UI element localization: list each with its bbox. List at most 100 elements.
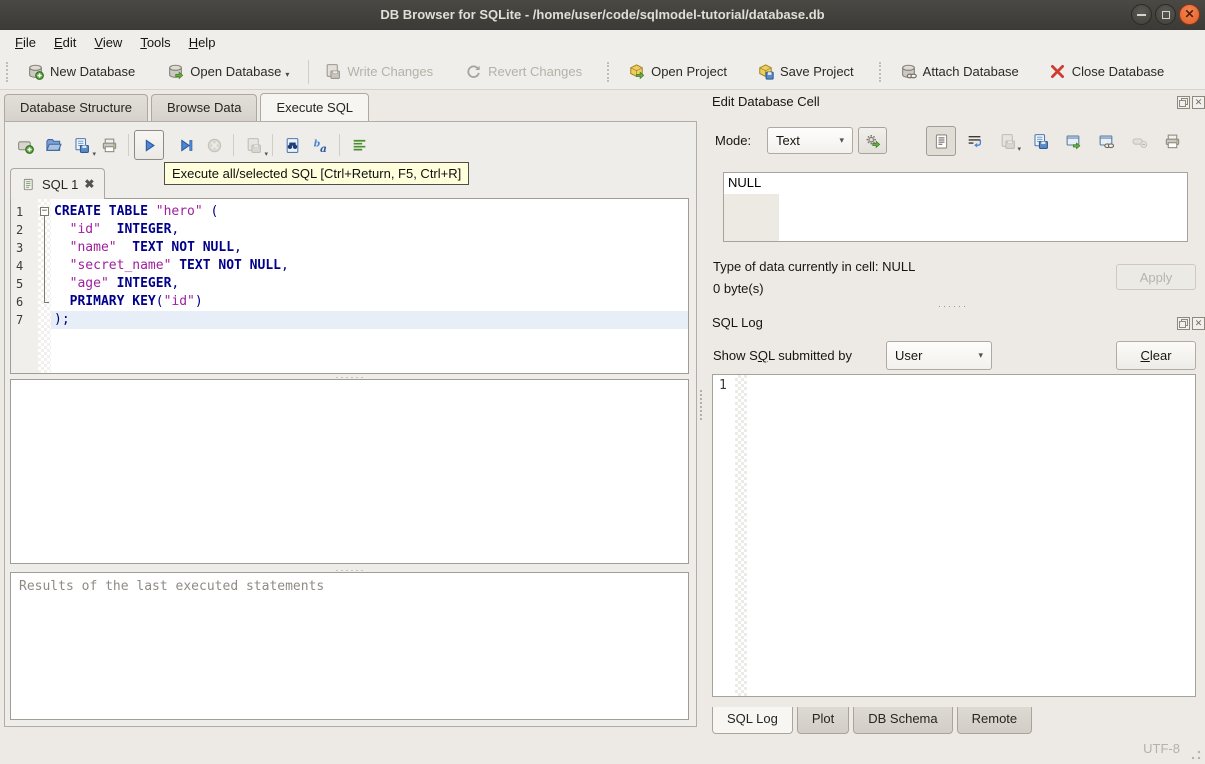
menu-view[interactable]: View: [85, 32, 131, 53]
sql-tab-close-icon[interactable]: ✖: [84, 177, 94, 191]
fold-marker-icon[interactable]: −: [38, 203, 51, 221]
open-project-button[interactable]: Open Project: [619, 58, 736, 85]
open-external-icon: [1065, 133, 1082, 150]
attach-database-button[interactable]: Attach Database: [891, 58, 1028, 85]
link-window-icon: [1098, 133, 1115, 150]
editor-line-3[interactable]: 3 "name" TEXT NOT NULL,: [11, 239, 688, 257]
mode-select[interactable]: Text ▾: [767, 127, 853, 154]
save-sql-file-button[interactable]: ▾: [67, 131, 96, 159]
execute-line-button[interactable]: [172, 131, 200, 159]
edit-cell-dock-controls: [1177, 96, 1205, 109]
tab-execute-sql[interactable]: Execute SQL: [260, 93, 370, 121]
titlebar[interactable]: DB Browser for SQLite - /home/user/code/…: [0, 0, 1205, 31]
close-button[interactable]: ✕: [1179, 4, 1200, 25]
mode-select-value: Text: [776, 133, 800, 148]
save-project-icon: [757, 63, 774, 80]
new-database-icon: [27, 63, 44, 80]
editor-line-2[interactable]: 2 "id" INTEGER,: [11, 221, 688, 239]
set-null-button[interactable]: [1128, 130, 1150, 152]
sql-code-editor[interactable]: 1− CREATE TABLE "hero" (2 "id" INTEGER, 3 …: [10, 198, 689, 374]
cell-editor-margin: [724, 194, 779, 241]
format-sql-button[interactable]: [345, 131, 373, 159]
import-file-button[interactable]: ▾: [996, 130, 1021, 153]
text-document-icon: [933, 133, 950, 150]
open-sql-file-button[interactable]: [39, 131, 67, 159]
close-database-button[interactable]: Close Database: [1040, 58, 1174, 85]
revert-changes-icon: [465, 63, 482, 80]
write-changes-button[interactable]: Write Changes: [315, 58, 442, 85]
toolbar-drag-handle-3[interactable]: [878, 61, 885, 82]
splitter-editcell-sqllog[interactable]: ······: [710, 302, 1196, 311]
sql-log-editor[interactable]: 1: [712, 374, 1196, 697]
save-sql-file-icon: [73, 137, 90, 154]
line-number: 5: [16, 277, 24, 291]
open-external-button[interactable]: [1062, 130, 1084, 152]
open-tab-button[interactable]: [11, 131, 39, 159]
splitter-main-vertical[interactable]: [700, 390, 706, 420]
edit-cell-float-icon[interactable]: [1177, 96, 1190, 109]
maximize-button[interactable]: [1155, 4, 1176, 25]
execute-all-icon: [141, 137, 158, 154]
results-grid-panel[interactable]: [10, 379, 689, 564]
auto-format-button[interactable]: [858, 127, 887, 154]
sql-log-title: SQL Log: [712, 315, 763, 330]
editor-line-1[interactable]: 1− CREATE TABLE "hero" (: [11, 203, 688, 221]
clear-log-button[interactable]: Clear: [1116, 341, 1196, 370]
resize-grip[interactable]: [1191, 750, 1201, 760]
execute-tooltip: Execute all/selected SQL [Ctrl+Return, F…: [164, 162, 470, 185]
open-url-button[interactable]: [1095, 130, 1117, 152]
dock-tab-plot[interactable]: Plot: [796, 707, 850, 734]
cell-value-editor[interactable]: NULL: [723, 172, 1188, 242]
word-wrap-button[interactable]: [963, 130, 985, 152]
editor-line-5[interactable]: 5 "age" INTEGER,: [11, 275, 688, 293]
toolbar-drag-handle[interactable]: [6, 61, 12, 82]
open-database-button[interactable]: Open Database ▾: [158, 58, 298, 85]
tab-database-structure[interactable]: Database Structure: [4, 94, 149, 121]
sql-log-float-icon[interactable]: [1177, 317, 1190, 330]
editor-line-6[interactable]: 6 PRIMARY KEY("id"): [11, 293, 688, 311]
dock-tab-remote[interactable]: Remote: [956, 707, 1033, 734]
text-view-button[interactable]: [926, 126, 956, 156]
fold-margin: [38, 239, 51, 257]
line-number: 3: [16, 241, 24, 255]
stop-execution-button[interactable]: [200, 131, 228, 159]
menu-tools[interactable]: Tools: [131, 32, 179, 53]
print-cell-button[interactable]: [1161, 130, 1183, 152]
fold-margin: [38, 275, 51, 293]
menu-edit[interactable]: Edit: [45, 32, 85, 53]
code-text: "id" INTEGER,: [69, 222, 180, 237]
fold-margin: [38, 293, 51, 311]
print-sql-button[interactable]: [95, 131, 123, 159]
find-replace-button[interactable]: [278, 131, 306, 159]
sql-file-tab[interactable]: SQL 1 ✖: [10, 168, 106, 199]
editor-line-4[interactable]: 4 "secret_name" TEXT NOT NULL,: [11, 257, 688, 275]
window-controls: ✕: [1131, 4, 1200, 25]
dock-tab-sql-log[interactable]: SQL Log: [712, 707, 793, 734]
menu-file[interactable]: File: [6, 32, 45, 53]
execute-all-button[interactable]: [134, 130, 164, 160]
results-message-panel[interactable]: Results of the last executed statements: [10, 572, 689, 720]
revert-changes-button[interactable]: Revert Changes: [456, 58, 591, 85]
save-project-button[interactable]: Save Project: [748, 58, 863, 85]
sql-log-close-icon[interactable]: [1192, 317, 1205, 330]
save-results-dropdown-icon[interactable]: ▾: [264, 150, 268, 158]
toolbar-drag-handle-2[interactable]: [607, 61, 613, 82]
import-dropdown-icon[interactable]: ▾: [1017, 145, 1021, 153]
save-results-button[interactable]: ▾: [239, 131, 268, 159]
new-database-button[interactable]: New Database: [18, 58, 144, 85]
write-changes-icon: [324, 63, 341, 80]
code-text: "age" INTEGER,: [69, 276, 180, 291]
tab-browse-data[interactable]: Browse Data: [151, 94, 258, 121]
menu-help[interactable]: Help: [180, 32, 225, 53]
export-file-button[interactable]: [1029, 130, 1051, 152]
dock-tab-db-schema[interactable]: DB Schema: [853, 707, 953, 734]
autocomplete-button[interactable]: ba: [306, 131, 334, 159]
print-cell-icon: [1164, 133, 1181, 150]
apply-button[interactable]: Apply: [1116, 264, 1196, 290]
minimize-button[interactable]: [1131, 4, 1152, 25]
edit-cell-close-icon[interactable]: [1192, 96, 1205, 109]
sql-log-filter-arrow-icon: ▾: [978, 350, 983, 360]
editor-line-7[interactable]: 7);: [11, 311, 688, 329]
sql-log-filter-select[interactable]: User ▾: [886, 341, 992, 370]
open-database-dropdown-icon[interactable]: ▾: [285, 70, 289, 79]
